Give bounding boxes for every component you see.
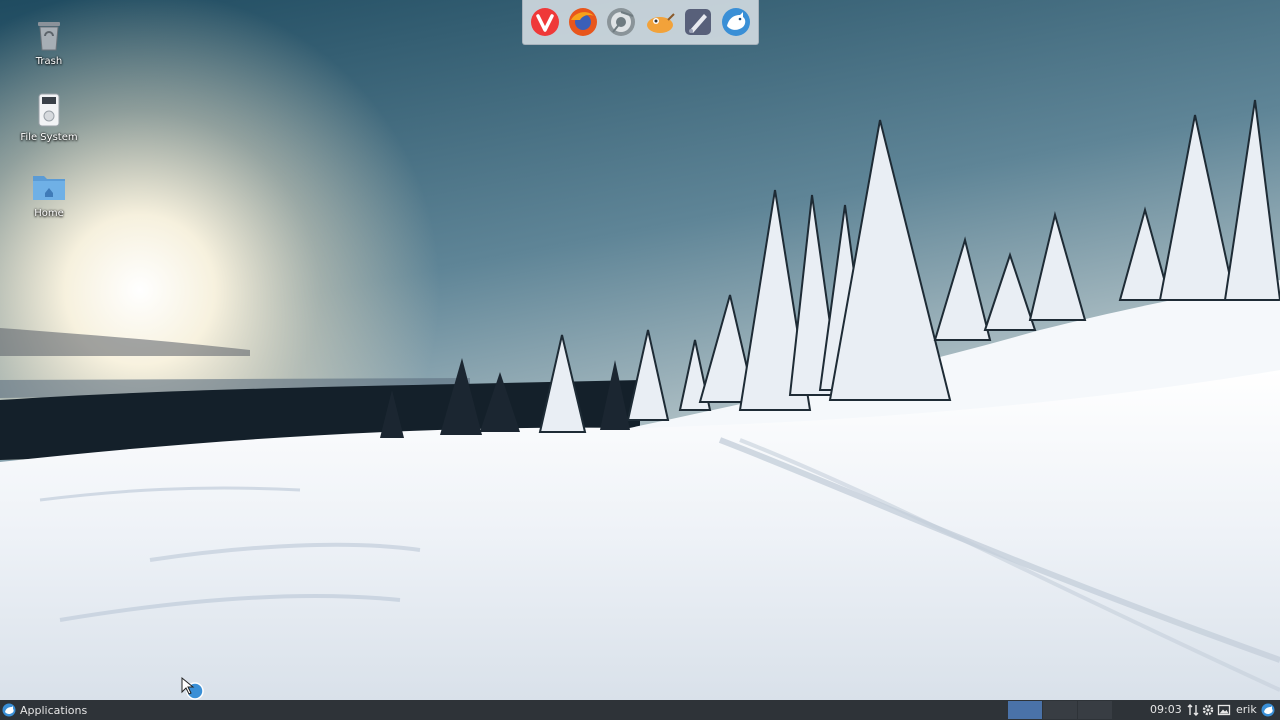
network-icon[interactable] — [1186, 703, 1200, 717]
desktop-icon-home[interactable]: Home — [14, 166, 84, 219]
taskbar: Applications 09:03 erik — [0, 700, 1280, 720]
gear-icon[interactable] — [1201, 703, 1215, 717]
gimp-icon[interactable] — [644, 6, 676, 38]
user-menu[interactable]: erik — [1236, 703, 1257, 716]
desktop-icon-file-system[interactable]: File System — [14, 90, 84, 143]
app-dock — [522, 0, 759, 45]
mouse-cursor-icon — [181, 676, 204, 700]
desktop-icon-trash[interactable]: Trash — [14, 14, 84, 67]
drive-icon — [38, 93, 60, 127]
desktop-icon-label: File System — [20, 132, 78, 143]
workspace-2-button[interactable] — [1043, 701, 1077, 719]
clock[interactable]: 09:03 — [1150, 703, 1182, 716]
mascot-icon[interactable] — [720, 6, 752, 38]
mascot-tray-icon[interactable] — [1261, 703, 1275, 717]
desktop-icon-label: Trash — [35, 56, 63, 67]
chromium-icon[interactable] — [605, 6, 637, 38]
desktop-icon-label: Home — [34, 208, 64, 219]
workspace-3-button[interactable] — [1078, 701, 1112, 719]
applications-menu-button[interactable]: Applications — [2, 701, 87, 719]
inkscape-icon[interactable] — [682, 6, 714, 38]
xfce-logo-icon — [2, 703, 16, 717]
firefox-icon[interactable] — [567, 6, 599, 38]
desktop-wallpaper — [0, 0, 1280, 700]
workspace-1-button[interactable] — [1008, 701, 1042, 719]
folder-home-icon — [33, 176, 65, 200]
image-viewer-icon[interactable] — [1217, 703, 1231, 717]
trash-icon — [38, 22, 60, 51]
vivaldi-icon[interactable] — [529, 6, 561, 38]
applications-menu-label: Applications — [20, 703, 88, 717]
